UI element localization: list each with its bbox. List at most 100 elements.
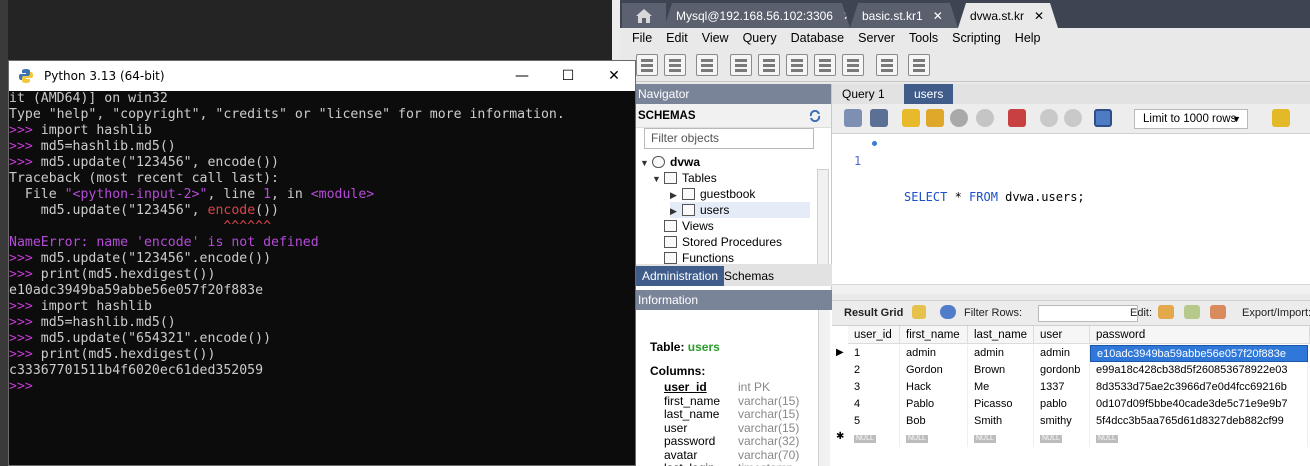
grid-layout-icon[interactable] <box>912 305 926 319</box>
create-procedure-icon[interactable] <box>814 54 836 76</box>
refresh-grid-icon[interactable] <box>940 305 956 319</box>
grid-cell[interactable]: 4 <box>848 396 900 413</box>
grid-cell[interactable]: 8d3533d75ae2c3966d7e0d4fcc69216b <box>1090 379 1308 396</box>
grid-cell[interactable]: admin <box>900 345 968 362</box>
connection-tab-mysql[interactable]: Mysql@192.168.56.102:3306 ✕ <box>664 3 850 28</box>
menu-file[interactable]: File <box>632 31 652 45</box>
grid-cell[interactable]: Picasso <box>968 396 1034 413</box>
grid-cell[interactable]: e10adc3949ba59abbe56e057f20f883e <box>1090 345 1308 362</box>
home-tab[interactable] <box>622 3 666 28</box>
create-table-icon[interactable] <box>758 54 780 76</box>
filter-rows-input[interactable] <box>1038 305 1138 322</box>
rollback-icon[interactable] <box>1064 109 1082 127</box>
commit-icon[interactable] <box>1040 109 1058 127</box>
refresh-icon[interactable] <box>809 110 821 122</box>
toggle-error-icon[interactable] <box>1008 109 1026 127</box>
expand-down-icon[interactable]: ▼ <box>640 155 652 171</box>
grid-cell[interactable]: e99a18c428cb38d5f260853678922e03 <box>1090 362 1308 379</box>
autocommit-icon[interactable] <box>1094 109 1112 127</box>
close-button[interactable]: ✕ <box>591 61 637 91</box>
create-schema-icon[interactable] <box>730 54 752 76</box>
menu-query[interactable]: Query <box>743 31 777 45</box>
console-output[interactable]: it (AMD64)] on win32 Type "help", "copyri… <box>9 91 635 465</box>
grid-cell-new[interactable]: NULL <box>1090 430 1308 447</box>
execute-current-icon[interactable] <box>926 109 944 127</box>
grid-cell[interactable]: 5f4dcc3b5aa765d61d8327deb882cf99 <box>1090 413 1308 430</box>
grid-cell[interactable]: Me <box>968 379 1034 396</box>
save-icon[interactable] <box>870 109 888 127</box>
filter-objects-input[interactable]: Filter objects <box>644 128 814 149</box>
connection-tab-basic[interactable]: basic.st.kr1 ✕ <box>850 3 958 28</box>
editor-horizontal-scrollbar[interactable] <box>832 284 1310 294</box>
menu-view[interactable]: View <box>702 31 729 45</box>
open-sql-script-icon[interactable] <box>664 54 686 76</box>
grid-cell[interactable]: 5 <box>848 413 900 430</box>
grid-cell[interactable]: Bob <box>900 413 968 430</box>
menu-database[interactable]: Database <box>791 31 845 45</box>
export-import-label[interactable]: Export/Import: <box>1242 307 1310 319</box>
table-item-users[interactable]: ▶ users <box>670 202 810 218</box>
information-scrollbar[interactable] <box>818 310 830 466</box>
tab-query-1[interactable]: Query 1 <box>832 84 895 104</box>
close-icon[interactable]: ✕ <box>1034 9 1044 23</box>
column-header-user-id[interactable]: user_id <box>848 326 900 344</box>
limit-rows-select[interactable]: Limit to 1000 rows ▼ <box>1134 109 1248 129</box>
grid-cell-new[interactable]: NULL <box>848 430 900 447</box>
views-node[interactable]: Views <box>664 218 714 234</box>
grid-cell[interactable]: 0d107d09f5bbe40cade3de5c71e9e9b7 <box>1090 396 1308 413</box>
grid-cell[interactable]: pablo <box>1034 396 1090 413</box>
column-header-user[interactable]: user <box>1034 326 1090 344</box>
grid-cell[interactable]: Smith <box>968 413 1034 430</box>
tables-node[interactable]: ▼ Tables <box>652 170 717 186</box>
grid-cell[interactable]: 1337 <box>1034 379 1090 396</box>
grid-cell[interactable]: 2 <box>848 362 900 379</box>
expand-down-icon[interactable]: ▼ <box>652 171 664 187</box>
insert-row-icon[interactable] <box>1184 305 1200 319</box>
table-item-guestbook[interactable]: ▶ guestbook <box>670 186 755 202</box>
menu-help[interactable]: Help <box>1015 31 1041 45</box>
stored-procedures-node[interactable]: Stored Procedures <box>664 234 782 250</box>
execute-icon[interactable] <box>902 109 920 127</box>
column-header-password[interactable]: password <box>1090 326 1310 344</box>
tab-administration[interactable]: Administration <box>636 266 725 286</box>
explain-icon[interactable] <box>950 109 968 127</box>
tab-schemas[interactable]: Schemas <box>718 266 780 286</box>
result-grid-label[interactable]: Result Grid <box>844 307 903 319</box>
grid-cell[interactable]: 3 <box>848 379 900 396</box>
grid-cell[interactable]: Hack <box>900 379 968 396</box>
column-header-last-name[interactable]: last_name <box>968 326 1034 344</box>
inspector-icon[interactable] <box>696 54 718 76</box>
grid-cell[interactable]: gordonb <box>1034 362 1090 379</box>
grid-cell[interactable]: Brown <box>968 362 1034 379</box>
grid-cell[interactable]: 1 <box>848 345 900 362</box>
grid-cell-new[interactable]: NULL <box>1034 430 1090 447</box>
grid-cell[interactable]: Gordon <box>900 362 968 379</box>
grid-cell-new[interactable]: NULL <box>968 430 1034 447</box>
menu-tools[interactable]: Tools <box>909 31 938 45</box>
tab-users[interactable]: users <box>904 84 954 104</box>
minimize-button[interactable]: — <box>499 61 545 91</box>
create-view-icon[interactable] <box>786 54 808 76</box>
maximize-button[interactable]: ☐ <box>545 61 591 91</box>
close-icon[interactable]: ✕ <box>933 9 943 23</box>
schema-dvwa[interactable]: ▼ dvwa <box>640 154 700 170</box>
reconnect-icon[interactable] <box>908 54 930 76</box>
menu-edit[interactable]: Edit <box>666 31 688 45</box>
expand-right-icon[interactable]: ▶ <box>670 203 682 219</box>
create-function-icon[interactable] <box>842 54 864 76</box>
navigator-scrollbar[interactable] <box>817 169 829 269</box>
edit-row-icon[interactable] <box>1158 305 1174 319</box>
search-table-data-icon[interactable] <box>876 54 898 76</box>
new-sql-tab-icon[interactable] <box>636 54 658 76</box>
grid-cell[interactable]: Pablo <box>900 396 968 413</box>
connection-tab-dvwa[interactable]: dvwa.st.kr ✕ <box>958 3 1058 28</box>
grid-cell-new[interactable]: NULL <box>900 430 968 447</box>
menu-server[interactable]: Server <box>858 31 895 45</box>
menu-scripting[interactable]: Scripting <box>952 31 1001 45</box>
stop-icon[interactable] <box>976 109 994 127</box>
grid-cell[interactable]: smithy <box>1034 413 1090 430</box>
delete-row-icon[interactable] <box>1210 305 1226 319</box>
grid-cell[interactable]: admin <box>1034 345 1090 362</box>
sql-editor[interactable]: 1 SELECT * FROM dvwa.users; <box>832 134 1310 284</box>
expand-right-icon[interactable]: ▶ <box>670 187 682 203</box>
